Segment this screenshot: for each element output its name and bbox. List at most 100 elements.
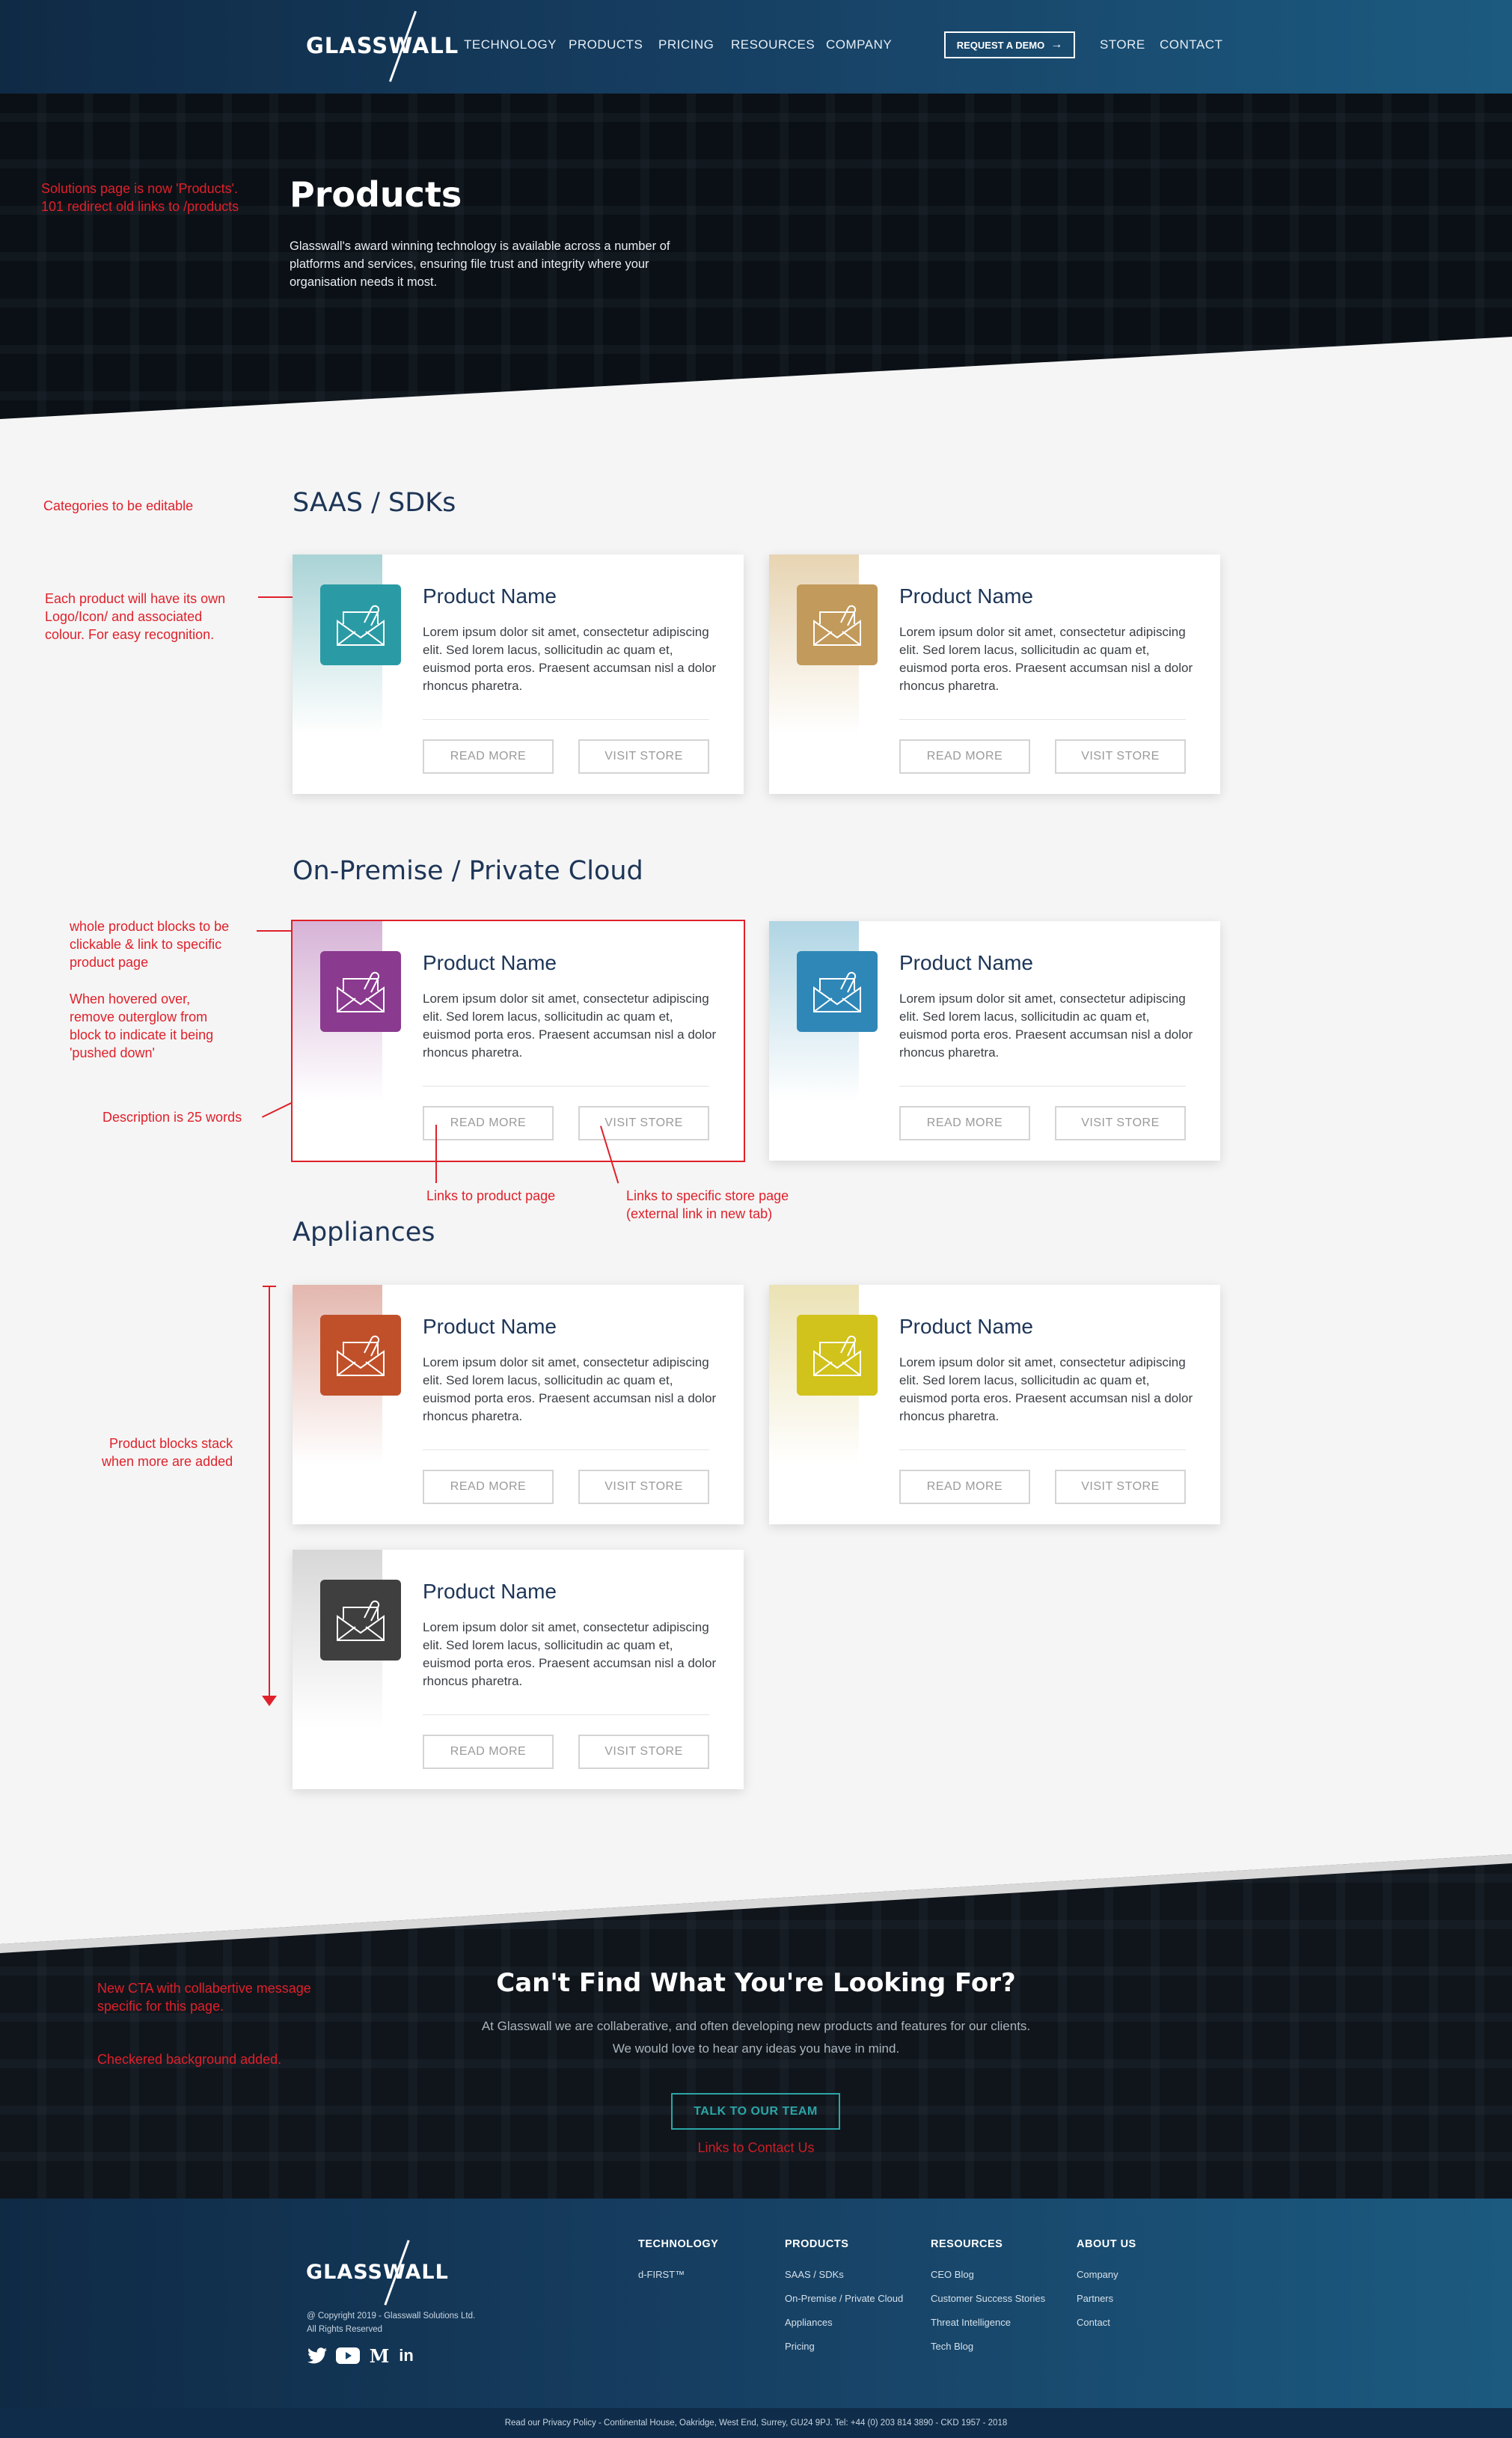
- read-more-button[interactable]: READ MORE: [423, 1735, 554, 1769]
- footer-link[interactable]: Pricing: [785, 2341, 815, 2352]
- product-card[interactable]: Product Name Lorem ipsum dolor sit amet,…: [293, 1285, 744, 1524]
- product-name: Product Name: [899, 584, 1033, 608]
- footer-link[interactable]: Appliances: [785, 2317, 833, 2328]
- twitter-icon[interactable]: [307, 2345, 328, 2366]
- product-card[interactable]: Product Name Lorem ipsum dolor sit amet,…: [293, 1550, 744, 1789]
- annotation-line: remove outerglow from: [70, 1009, 208, 1024]
- footer-bottom-bar: Read our Privacy Policy - Continental Ho…: [0, 2408, 1512, 2438]
- product-card-hovered[interactable]: Product Name Lorem ipsum dolor sit amet,…: [291, 920, 745, 1162]
- glasswall-logo[interactable]: GLASSWALL: [306, 10, 459, 82]
- product-logo-tile: [797, 584, 878, 665]
- talk-to-team-button[interactable]: TALK TO OUR TEAM: [671, 2093, 840, 2130]
- nav-company[interactable]: COMPANY: [826, 37, 892, 52]
- category-title: SAAS / SDKs: [293, 488, 456, 518]
- product-logo-tile: [320, 1315, 401, 1396]
- product-card[interactable]: Product Name Lorem ipsum dolor sit amet,…: [293, 554, 744, 794]
- visit-store-button[interactable]: VISIT STORE: [578, 1106, 709, 1140]
- product-logo-tile: [320, 584, 401, 665]
- annotation-links-product: Links to product page: [426, 1188, 556, 1203]
- product-description: Lorem ipsum dolor sit amet, consectetur …: [899, 1355, 1193, 1423]
- annotation-line: 101 redirect old links to /products: [41, 199, 239, 214]
- footer-link[interactable]: Partners: [1077, 2293, 1113, 2304]
- footer-col-about: ABOUT US: [1077, 2238, 1136, 2250]
- footer-link[interactable]: Threat Intelligence: [931, 2317, 1011, 2328]
- visit-store-button[interactable]: VISIT STORE: [1055, 739, 1186, 774]
- annotation-line: Product blocks stack: [109, 1436, 233, 1451]
- annotation-solutions: Solutions page is now 'Products'. 101 re…: [41, 180, 239, 216]
- read-more-button[interactable]: READ MORE: [423, 739, 554, 774]
- annotation-clickable: whole product blocks to be clickable & l…: [70, 917, 229, 971]
- nav-products[interactable]: PRODUCTS: [569, 37, 643, 52]
- linkedin-icon[interactable]: in: [397, 2345, 416, 2366]
- annotation-line: block to indicate it being: [70, 1027, 214, 1042]
- nav-resources[interactable]: RESOURCES: [731, 37, 815, 52]
- arrow-down-icon: [262, 1696, 277, 1706]
- divider: [423, 1714, 709, 1715]
- annotation-line: Links to specific store page: [626, 1188, 789, 1203]
- envelope-icon: [337, 605, 385, 646]
- nav-pricing[interactable]: PRICING: [658, 37, 714, 52]
- product-card[interactable]: Product Name Lorem ipsum dolor sit amet,…: [769, 1285, 1220, 1524]
- envelope-icon: [337, 1335, 385, 1376]
- footer-link[interactable]: Tech Blog: [931, 2341, 973, 2352]
- nav-technology[interactable]: TECHNOLOGY: [464, 37, 557, 52]
- footer-link[interactable]: CEO Blog: [931, 2269, 974, 2280]
- copyright-line: @ Copyright 2019 - Glasswall Solutions L…: [307, 2312, 476, 2321]
- envelope-icon: [337, 1600, 385, 1641]
- medium-icon[interactable]: M: [370, 2345, 390, 2367]
- divider: [899, 1449, 1186, 1450]
- product-logo-tile: [320, 1580, 401, 1661]
- hero-description: Glasswall's award winning technology is …: [290, 239, 670, 289]
- read-more-button[interactable]: READ MORE: [423, 1470, 554, 1504]
- annotation-line: specific for this page.: [97, 1999, 224, 2014]
- category-title: Appliances: [293, 1218, 435, 1247]
- annotation-line: New CTA with collabertive message: [97, 1981, 311, 1996]
- visit-store-button[interactable]: VISIT STORE: [578, 1735, 709, 1769]
- envelope-icon: [813, 1335, 861, 1376]
- product-description: Lorem ipsum dolor sit amet, consectetur …: [423, 1620, 717, 1688]
- product-name: Product Name: [423, 584, 557, 608]
- annotation-pointer: [257, 930, 294, 932]
- product-name: Product Name: [423, 1315, 557, 1338]
- product-card[interactable]: Product Name Lorem ipsum dolor sit amet,…: [769, 921, 1220, 1161]
- annotation-stack-arrow-line: [269, 1286, 270, 1705]
- request-demo-button[interactable]: REQUEST A DEMO →: [944, 31, 1075, 58]
- annotation-hover: When hovered over, remove outerglow from…: [70, 990, 213, 1062]
- product-description: Lorem ipsum dolor sit amet, consectetur …: [423, 992, 717, 1060]
- nav-contact[interactable]: CONTACT: [1160, 37, 1222, 52]
- cta-line: At Glasswall we are collaberative, and o…: [481, 2019, 1031, 2033]
- visit-store-button[interactable]: VISIT STORE: [1055, 1470, 1186, 1504]
- footer-logo[interactable]: GLASSWALL: [306, 2240, 449, 2306]
- read-more-button[interactable]: READ MORE: [899, 739, 1030, 774]
- footer-link[interactable]: On-Premise / Private Cloud: [785, 2293, 903, 2304]
- annotation-line: clickable & link to specific: [70, 937, 222, 952]
- annotation-cta: New CTA with collabertive message specif…: [97, 1979, 311, 2015]
- footer-copyright: @ Copyright 2019 - Glasswall Solutions L…: [307, 2309, 475, 2336]
- annotation-line: Logo/Icon/ and associated: [45, 609, 203, 624]
- annotation-stack: Product blocks stack when more are added: [102, 1435, 233, 1470]
- annotation-line: (external link in new tab): [626, 1206, 773, 1221]
- footer-link[interactable]: Customer Success Stories: [931, 2293, 1045, 2304]
- annotation-line: colour. For easy recognition.: [45, 627, 215, 642]
- read-more-button[interactable]: READ MORE: [423, 1106, 554, 1140]
- top-nav: GLASSWALL TECHNOLOGY PRODUCTS PRICING RE…: [0, 0, 1512, 94]
- footer-link[interactable]: d-FIRST™: [638, 2269, 685, 2280]
- youtube-icon[interactable]: [335, 2345, 361, 2366]
- read-more-button[interactable]: READ MORE: [899, 1470, 1030, 1504]
- product-name: Product Name: [899, 951, 1033, 974]
- product-card[interactable]: Product Name Lorem ipsum dolor sit amet,…: [769, 554, 1220, 794]
- footer-col-resources: RESOURCES: [931, 2238, 1003, 2250]
- annotation-pointer: [435, 1125, 437, 1183]
- divider: [899, 1086, 1186, 1087]
- annotation-line: Each product will have its own: [45, 591, 226, 606]
- nav-store[interactable]: STORE: [1100, 37, 1145, 52]
- footer-link[interactable]: Company: [1077, 2269, 1118, 2280]
- envelope-icon: [337, 971, 385, 1012]
- footer-link[interactable]: Contact: [1077, 2317, 1110, 2328]
- read-more-button[interactable]: READ MORE: [899, 1106, 1030, 1140]
- visit-store-button[interactable]: VISIT STORE: [578, 739, 709, 774]
- footer: [0, 2199, 1512, 2408]
- visit-store-button[interactable]: VISIT STORE: [1055, 1106, 1186, 1140]
- footer-link[interactable]: SAAS / SDKs: [785, 2269, 844, 2280]
- visit-store-button[interactable]: VISIT STORE: [578, 1470, 709, 1504]
